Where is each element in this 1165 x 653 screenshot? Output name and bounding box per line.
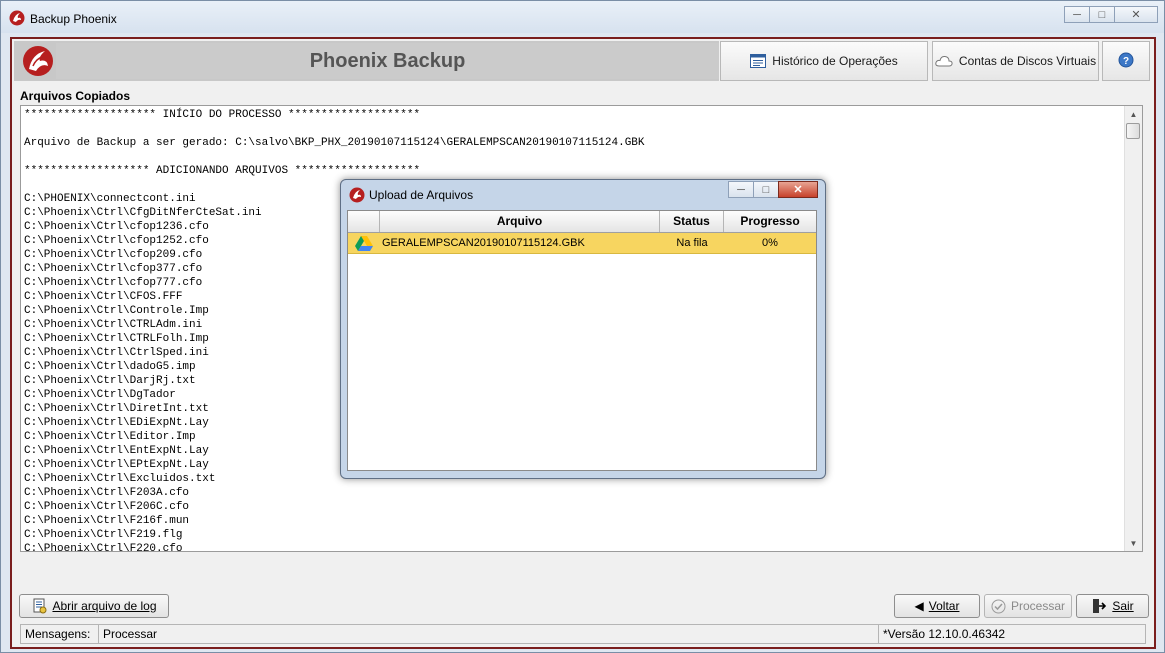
process-button[interactable]: Processar xyxy=(984,594,1072,618)
open-log-button[interactable]: Abrir arquivo de log xyxy=(19,594,169,618)
dialog-minimize-button[interactable]: ─ xyxy=(728,181,754,198)
maximize-button[interactable]: □ xyxy=(1089,6,1115,23)
grid-header-status[interactable]: Status xyxy=(660,211,724,232)
log-section-label: Arquivos Copiados xyxy=(20,89,131,103)
row-status: Na fila xyxy=(676,237,708,249)
upload-grid[interactable]: Arquivo Status Progresso GERALEMPSCAN201… xyxy=(347,210,817,471)
minimize-icon: ─ xyxy=(737,183,745,196)
svg-text:?: ? xyxy=(1123,56,1129,67)
help-icon: ? xyxy=(1118,52,1134,71)
phoenix-logo-icon xyxy=(23,46,53,76)
status-bar: Mensagens: Processar *Versão 12.10.0.463… xyxy=(20,624,1146,644)
scroll-thumb[interactable] xyxy=(1126,123,1140,139)
close-button[interactable]: ✕ xyxy=(1114,6,1158,23)
exit-button-label: Sair xyxy=(1112,599,1134,613)
version-label: *Versão 12.10.0.46342 xyxy=(883,627,1006,641)
process-button-label: Processar xyxy=(1010,599,1066,613)
google-drive-icon xyxy=(348,233,380,253)
grid-header-progress[interactable]: Progresso xyxy=(724,211,816,232)
grid-header: Arquivo Status Progresso xyxy=(348,211,816,233)
row-file-name: GERALEMPSCAN20190107115124.GBK xyxy=(382,237,585,249)
close-icon: ✕ xyxy=(793,184,803,196)
history-button[interactable]: Histórico de Operações xyxy=(720,41,928,81)
status-message: Processar xyxy=(103,627,158,641)
dialog-close-button[interactable]: ✕ xyxy=(778,181,818,198)
help-button[interactable]: ? xyxy=(1102,41,1150,81)
exit-door-icon xyxy=(1091,598,1107,614)
phoenix-app-icon xyxy=(9,10,25,26)
row-progress: 0% xyxy=(762,237,778,249)
minimize-button[interactable]: ─ xyxy=(1064,6,1090,23)
arrow-left-icon: ◀ xyxy=(914,599,924,613)
check-circle-icon xyxy=(991,599,1006,614)
maximize-icon: □ xyxy=(1098,8,1106,21)
main-window: Backup Phoenix ─ □ ✕ Phoenix Backup Hist… xyxy=(0,0,1165,653)
close-icon: ✕ xyxy=(1131,9,1141,21)
cloud-accounts-button-label: Contas de Discos Virtuais xyxy=(958,54,1097,68)
cloud-accounts-button[interactable]: Contas de Discos Virtuais xyxy=(932,41,1099,81)
grid-header-icon-col xyxy=(348,211,380,232)
open-log-button-label: Abrir arquivo de log xyxy=(52,599,157,613)
minimize-icon: ─ xyxy=(1073,8,1081,21)
cloud-icon xyxy=(935,55,953,67)
log-file-icon xyxy=(31,598,47,614)
title-bar[interactable]: Backup Phoenix ─ □ ✕ xyxy=(1,1,1164,33)
grid-header-file[interactable]: Arquivo xyxy=(380,211,660,232)
back-button[interactable]: ◀ Voltar xyxy=(894,594,980,618)
phoenix-app-icon xyxy=(349,187,365,203)
header-band: Phoenix Backup xyxy=(14,41,719,81)
window-title: Backup Phoenix xyxy=(30,12,117,26)
history-button-label: Histórico de Operações xyxy=(772,54,898,68)
table-row[interactable]: GERALEMPSCAN20190107115124.GBK Na fila 0… xyxy=(348,233,816,254)
status-label: Mensagens: xyxy=(25,627,91,641)
list-icon xyxy=(750,54,767,68)
log-scrollbar[interactable]: ▲ ▼ xyxy=(1124,106,1142,551)
upload-dialog-title: Upload de Arquivos xyxy=(369,188,474,202)
exit-button[interactable]: Sair xyxy=(1076,594,1149,618)
scroll-up-icon[interactable]: ▲ xyxy=(1125,106,1142,122)
back-button-label: Voltar xyxy=(928,599,960,613)
brand-title: Phoenix Backup xyxy=(56,43,719,79)
upload-dialog: Upload de Arquivos ─ □ ✕ Arquivo Status … xyxy=(340,179,826,479)
dialog-maximize-button[interactable]: □ xyxy=(753,181,779,198)
maximize-icon: □ xyxy=(762,183,770,196)
scroll-down-icon[interactable]: ▼ xyxy=(1125,535,1142,551)
